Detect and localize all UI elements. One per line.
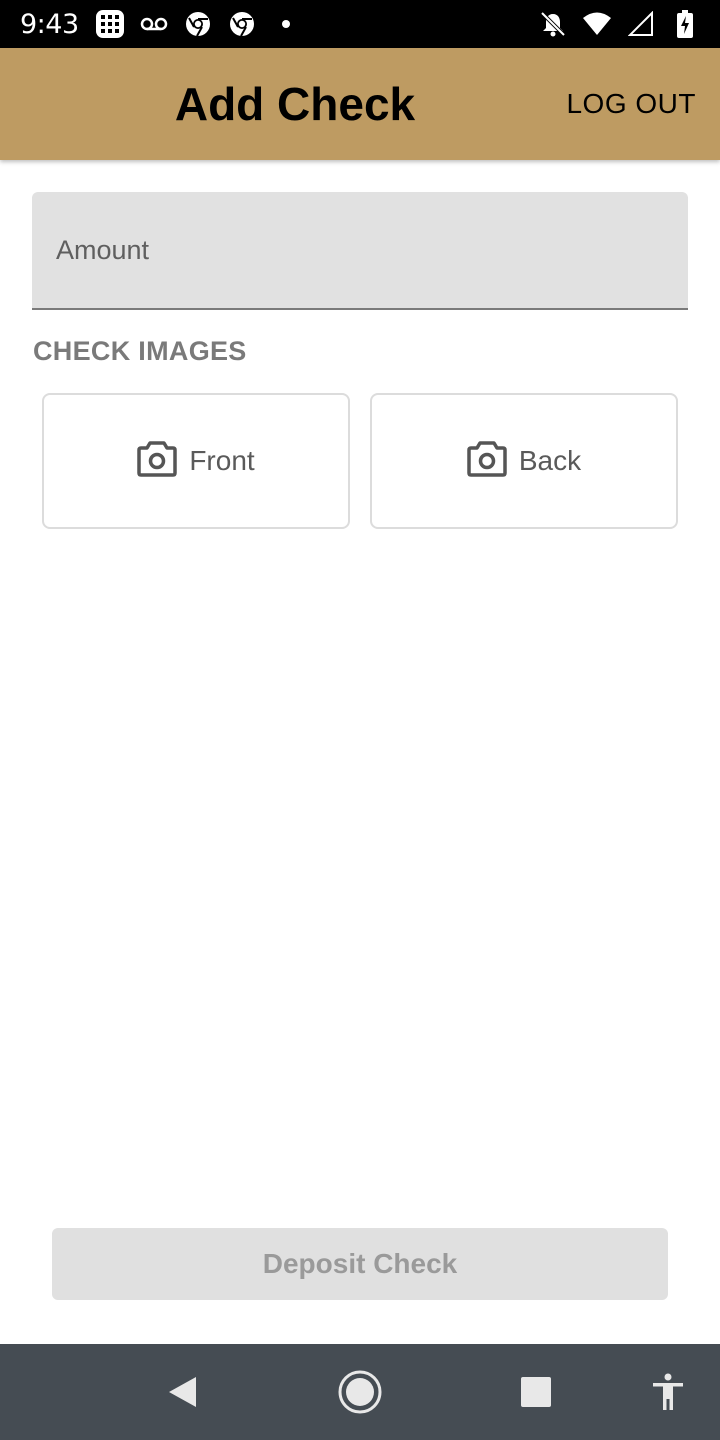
chrome-icon bbox=[183, 9, 213, 39]
home-icon bbox=[338, 1370, 382, 1414]
back-label: Back bbox=[518, 445, 582, 476]
deposit-check-button[interactable]: Deposit Check bbox=[52, 1228, 668, 1300]
nav-accessibility-button[interactable] bbox=[620, 1344, 716, 1440]
system-nav-bar bbox=[0, 1344, 720, 1440]
app-notification-icon bbox=[95, 9, 125, 39]
nav-back-button[interactable] bbox=[134, 1344, 230, 1440]
back-image-button[interactable]: Back bbox=[370, 393, 678, 529]
amount-input[interactable] bbox=[32, 192, 688, 308]
battery-charging-icon bbox=[670, 9, 700, 39]
logout-button[interactable]: LOG OUT bbox=[566, 88, 696, 120]
notifications-off-icon bbox=[538, 9, 568, 39]
check-images-label: CHECK IMAGES bbox=[33, 336, 247, 366]
accessibility-icon bbox=[653, 1373, 683, 1410]
dot-icon bbox=[271, 9, 301, 39]
camera-icon bbox=[137, 440, 178, 482]
camera-icon bbox=[467, 440, 507, 482]
status-bar: 9:43 bbox=[0, 0, 720, 48]
nav-recents-button[interactable] bbox=[488, 1344, 584, 1440]
chrome-icon bbox=[227, 9, 257, 39]
cell-signal-icon bbox=[626, 9, 656, 39]
amount-field[interactable] bbox=[32, 192, 688, 310]
app-bar: Add Check LOG OUT bbox=[0, 48, 720, 160]
front-image-button[interactable]: Front bbox=[42, 393, 350, 529]
back-icon bbox=[169, 1377, 196, 1407]
nav-home-button[interactable] bbox=[312, 1344, 408, 1440]
page-title: Add Check bbox=[174, 78, 416, 130]
front-label: Front bbox=[189, 445, 255, 476]
voicemail-icon bbox=[139, 9, 169, 39]
status-time: 9:43 bbox=[20, 8, 79, 40]
wifi-icon bbox=[582, 9, 612, 39]
recents-icon bbox=[521, 1377, 551, 1407]
